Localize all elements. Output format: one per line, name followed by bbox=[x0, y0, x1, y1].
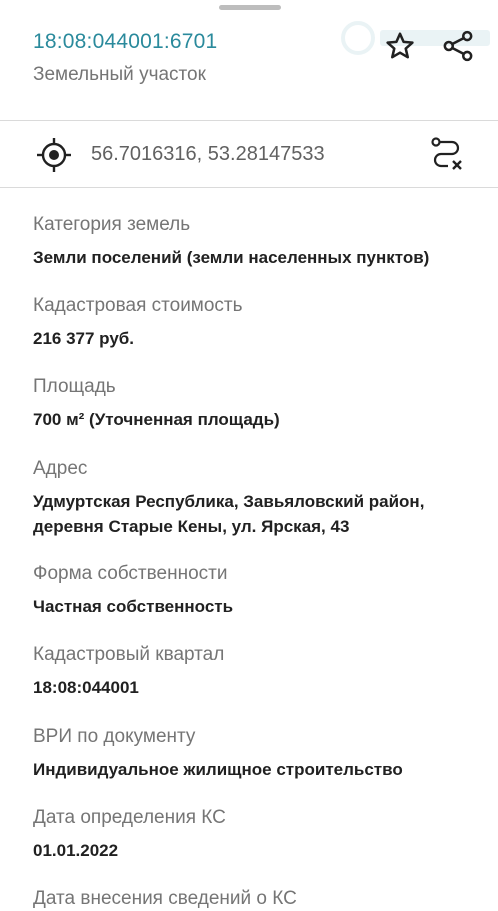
field-value: Частная собственность bbox=[33, 597, 234, 616]
field-ownership-form: Форма собственности Частная собственност… bbox=[33, 562, 483, 619]
cadastral-number[interactable]: 18:08:044001:6701 bbox=[33, 30, 217, 54]
field-label: Адрес bbox=[33, 458, 88, 479]
header: 18:08:044001:6701 Земельный участок bbox=[0, 0, 498, 120]
share-icon bbox=[443, 30, 473, 62]
object-type: Земельный участок bbox=[33, 64, 206, 85]
field-label: Кадастровая стоимость bbox=[33, 295, 243, 316]
star-icon bbox=[386, 32, 414, 59]
field-address: Адрес Удмуртская Республика, Завьяловски… bbox=[33, 457, 483, 539]
field-value: 01.01.2022 bbox=[33, 841, 119, 860]
field-value: Земли поселений (земли населенных пункто… bbox=[33, 248, 430, 267]
field-label: Кадастровый квартал bbox=[33, 644, 225, 665]
field-label: Форма собственности bbox=[33, 563, 228, 584]
field-land-category: Категория земель Земли поселений (земли … bbox=[33, 213, 483, 270]
coordinates-text[interactable]: 56.7016316, 53.28147533 bbox=[91, 143, 325, 166]
field-label: Площадь bbox=[33, 376, 116, 397]
field-value: 216 377 руб. bbox=[33, 329, 135, 348]
field-value: Удмуртская Республика, Завьяловский райо… bbox=[33, 492, 425, 536]
field-area: Площадь 700 м² (Уточненная площадь) bbox=[33, 375, 483, 432]
coordinates-row: 56.7016316, 53.28147533 bbox=[0, 121, 498, 187]
divider bbox=[0, 187, 498, 188]
field-cadastral-quarter: Кадастровый квартал 18:08:044001 bbox=[33, 643, 483, 700]
share-button[interactable] bbox=[438, 26, 478, 66]
favorite-button[interactable] bbox=[380, 26, 420, 66]
field-label: Категория земель bbox=[33, 214, 191, 235]
route-icon bbox=[431, 137, 462, 170]
target-icon[interactable] bbox=[36, 137, 72, 173]
field-valuation-date: Дата определения КС 01.01.2022 bbox=[33, 806, 483, 863]
field-label: ВРИ по документу bbox=[33, 726, 196, 747]
field-cadastral-value: Кадастровая стоимость 216 377 руб. bbox=[33, 294, 483, 351]
field-entry-date: Дата внесения сведений о КС bbox=[33, 887, 483, 911]
field-value: Индивидуальное жилищное строительство bbox=[33, 760, 403, 779]
field-permitted-use: ВРИ по документу Индивидуальное жилищное… bbox=[33, 725, 483, 782]
route-button[interactable] bbox=[428, 135, 466, 173]
field-value: 700 м² (Уточненная площадь) bbox=[33, 410, 280, 429]
field-label: Дата внесения сведений о КС bbox=[33, 888, 297, 909]
field-value[interactable]: 18:08:044001 bbox=[33, 675, 483, 700]
field-label: Дата определения КС bbox=[33, 807, 226, 828]
